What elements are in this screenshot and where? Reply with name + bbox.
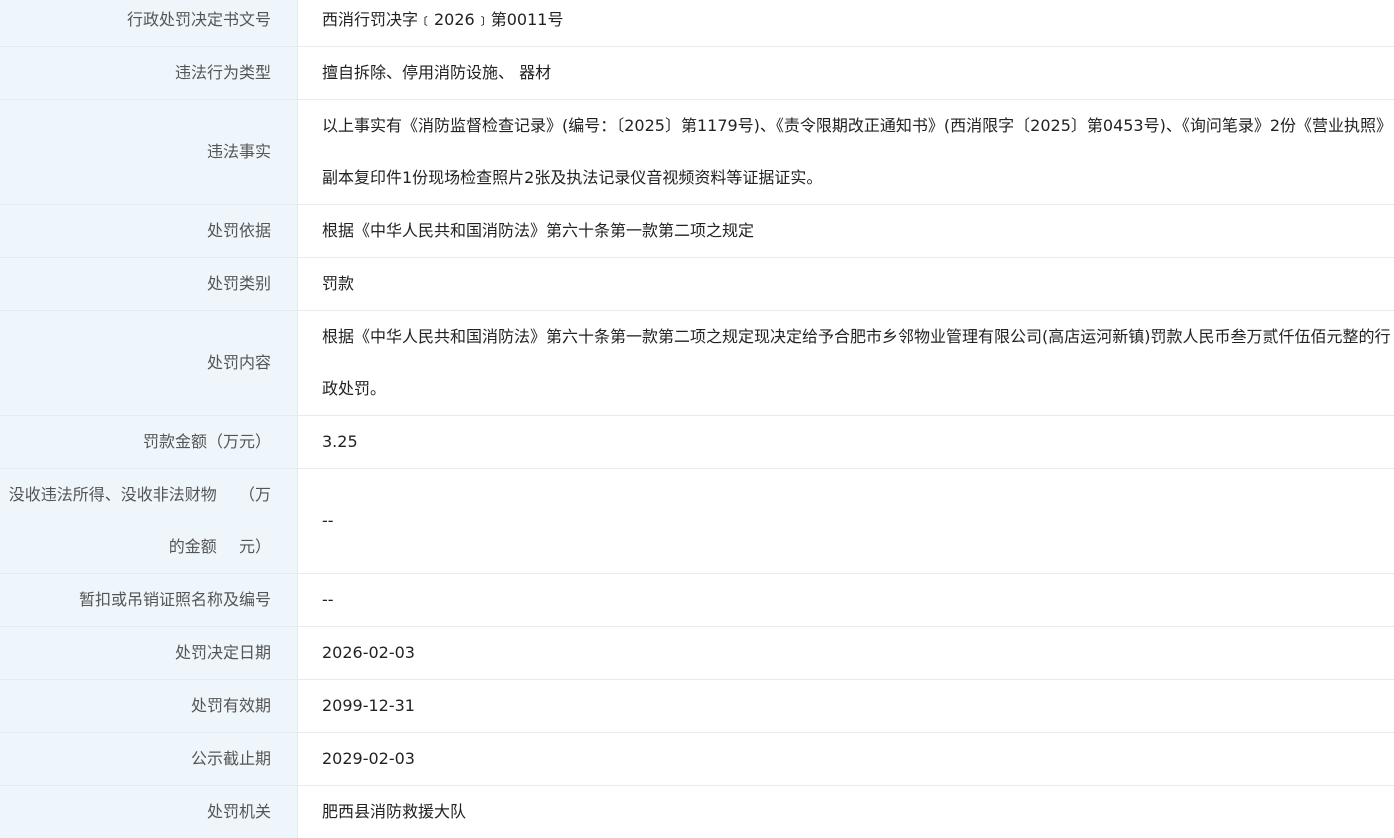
- field-value-violation-type: 擅自拆除、停用消防设施、 器材: [322, 63, 552, 82]
- table-row: 暂扣或吊销证照名称及编号 --: [0, 573, 1394, 626]
- field-label-violation-facts: 违法事实: [0, 100, 298, 204]
- field-value-penalty-category: 罚款: [322, 274, 355, 293]
- field-label-penalty-basis: 处罚依据: [0, 205, 298, 257]
- field-label-violation-type: 违法行为类型: [0, 47, 298, 99]
- field-label-penalty-category: 处罚类别: [0, 258, 298, 310]
- table-row: 处罚有效期 2099-12-31: [0, 679, 1394, 732]
- field-label-validity-period: 处罚有效期: [0, 680, 298, 732]
- penalty-info-table: 行政处罚决定书文号 西消行罚决字﹝2026﹞第0011号 违法行为类型 擅自拆除…: [0, 0, 1394, 838]
- field-label-publicity-deadline: 公示截止期: [0, 733, 298, 785]
- field-value-decision-number: 西消行罚决字﹝2026﹞第0011号: [322, 10, 564, 29]
- table-row: 罚款金额（万元） 3.25: [0, 415, 1394, 468]
- table-row: 违法事实 以上事实有《消防监督检查记录》(编号：〔2025〕第1179号)、《责…: [0, 99, 1394, 204]
- field-label-line: 没收违法所得、没收非法财物的金额: [8, 485, 217, 556]
- table-row: 没收违法所得、没收非法财物的金额 （万元） --: [0, 468, 1394, 573]
- field-value-license-suspension: --: [322, 590, 334, 609]
- field-label-line: （万元）: [238, 485, 271, 556]
- field-label-decision-number: 行政处罚决定书文号: [0, 0, 298, 46]
- field-value-penalty-authority: 肥西县消防救援大队: [322, 802, 467, 821]
- field-label-penalty-authority: 处罚机关: [0, 786, 298, 838]
- table-row: 处罚决定日期 2026-02-03: [0, 626, 1394, 679]
- field-value-violation-facts: 以上事实有《消防监督检查记录》(编号：〔2025〕第1179号)、《责令限期改正…: [322, 116, 1385, 187]
- field-value-penalty-basis: 根据《中华人民共和国消防法》第六十条第一款第二项之规定: [322, 221, 755, 240]
- table-row: 违法行为类型 擅自拆除、停用消防设施、 器材: [0, 46, 1394, 99]
- field-label-decision-date: 处罚决定日期: [0, 627, 298, 679]
- table-row: 行政处罚决定书文号 西消行罚决字﹝2026﹞第0011号: [0, 0, 1394, 46]
- field-value-confiscation-amount: --: [322, 511, 334, 530]
- field-value-penalty-content: 根据《中华人民共和国消防法》第六十条第一款第二项之规定现决定给予合肥市乡邻物业管…: [322, 327, 1391, 398]
- table-row: 处罚机关 肥西县消防救援大队: [0, 785, 1394, 838]
- field-value-fine-amount: 3.25: [322, 432, 358, 451]
- table-row: 处罚类别 罚款: [0, 257, 1394, 310]
- field-value-decision-date: 2026-02-03: [322, 643, 415, 662]
- field-label-license-suspension: 暂扣或吊销证照名称及编号: [0, 574, 298, 626]
- field-label-fine-amount: 罚款金额（万元）: [0, 416, 298, 468]
- field-label-penalty-content: 处罚内容: [0, 311, 298, 415]
- field-label-confiscation-amount: 没收违法所得、没收非法财物的金额 （万元）: [0, 469, 298, 573]
- table-row: 公示截止期 2029-02-03: [0, 732, 1394, 785]
- table-row: 处罚内容 根据《中华人民共和国消防法》第六十条第一款第二项之规定现决定给予合肥市…: [0, 310, 1394, 415]
- field-value-validity-period: 2099-12-31: [322, 696, 415, 715]
- table-row: 处罚依据 根据《中华人民共和国消防法》第六十条第一款第二项之规定: [0, 204, 1394, 257]
- field-value-publicity-deadline: 2029-02-03: [322, 749, 415, 768]
